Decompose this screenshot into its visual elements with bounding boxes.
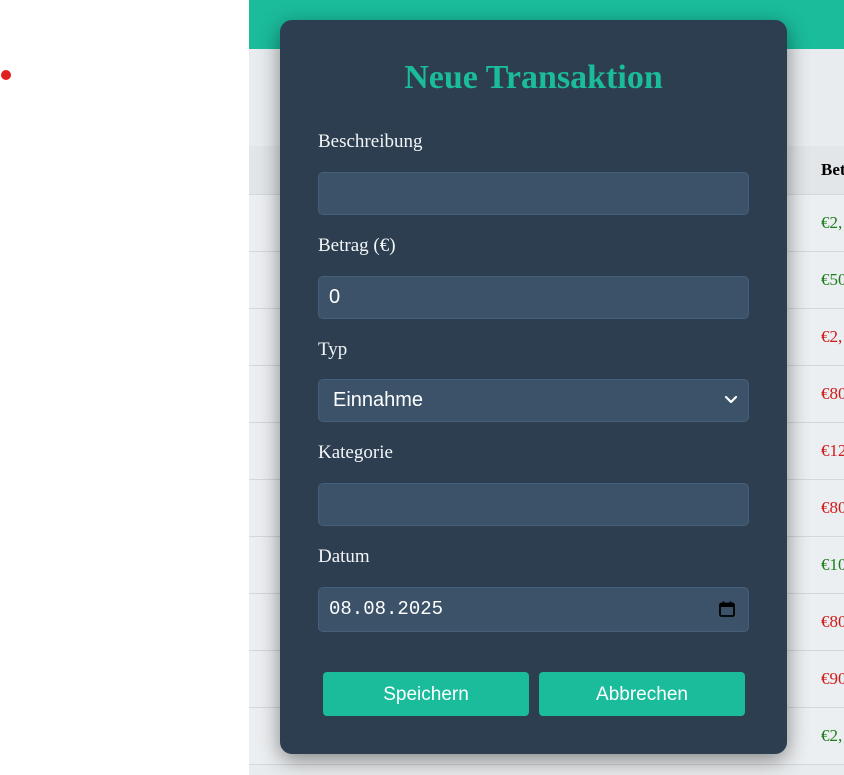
calendar-icon[interactable] [718,600,736,618]
amount-column-header: Bet [821,160,844,179]
red-marker-dot [1,70,11,80]
amount-label: Betrag (€) [318,235,396,256]
new-transaction-modal: Neue Transaktion Beschreibung Betrag (€)… [280,20,787,754]
description-input[interactable] [318,172,749,215]
row-amount: €2, [821,726,843,745]
row-amount: €80 [821,498,844,517]
date-input-value: 08.08.2025 [329,598,444,620]
row-amount: €80 [821,612,844,631]
save-button[interactable]: Speichern [323,672,529,716]
category-input[interactable] [318,483,749,526]
date-input[interactable]: 08.08.2025 [318,587,749,632]
blank-left-pane [0,0,249,775]
row-amount: €80 [821,384,844,403]
chevron-down-icon [724,395,738,404]
category-label: Kategorie [318,442,393,463]
type-select[interactable]: Einnahme [318,379,749,422]
row-amount: €90 [821,669,844,688]
row-amount: €10 [821,555,844,574]
row-amount: €2, [821,327,843,346]
description-label: Beschreibung [318,131,423,152]
row-amount: €50 [821,270,844,289]
amount-input[interactable]: 0 [318,276,749,319]
type-select-value: Einnahme [333,389,424,411]
modal-title: Neue Transaktion [404,59,663,96]
type-label: Typ [318,339,348,360]
row-amount: €2, [821,213,843,232]
date-label: Datum [318,546,370,567]
cancel-button[interactable]: Abbrechen [539,672,745,716]
row-amount: €12 [821,441,844,460]
